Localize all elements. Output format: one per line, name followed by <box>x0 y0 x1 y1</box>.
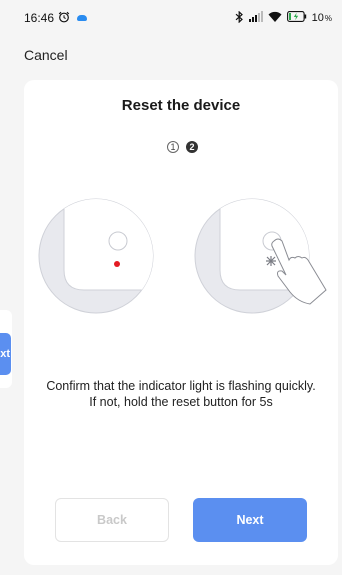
card-title: Reset the device <box>121 97 241 114</box>
battery-level: 10 <box>311 12 324 24</box>
bluetooth-icon <box>235 10 244 26</box>
device-indicator-illustration <box>38 198 158 323</box>
status-left: 16:46 <box>24 11 88 26</box>
status-bar: 16:46 10% <box>0 0 342 36</box>
back-button[interactable]: Back <box>55 498 169 542</box>
status-right: 10% <box>235 10 332 26</box>
signal-icon <box>248 11 263 25</box>
status-time: 16:46 <box>24 11 55 25</box>
cloud-icon <box>77 15 88 21</box>
instruction-text: Confirm that the indicator light is flas… <box>46 379 316 409</box>
step-2-indicator: 2 <box>186 141 198 153</box>
step-indicator: 1 2 <box>167 141 198 153</box>
cancel-button[interactable]: Cancel <box>24 47 68 63</box>
percent-sign: % <box>324 13 332 23</box>
battery-charging-icon <box>286 11 307 25</box>
step-1-indicator: 1 <box>167 141 179 153</box>
red-indicator-light <box>114 261 120 267</box>
reset-button-illustration <box>194 198 334 333</box>
wifi-icon <box>268 11 282 25</box>
background-next-button: Next <box>0 333 11 375</box>
reset-device-card: Reset the device 1 2 Confirm that the in… <box>24 80 338 565</box>
background-next-label: Next <box>0 348 10 360</box>
blinking-light-icon <box>266 256 276 266</box>
alarm-clock-icon <box>58 11 70 26</box>
next-button[interactable]: Next <box>193 498 307 542</box>
